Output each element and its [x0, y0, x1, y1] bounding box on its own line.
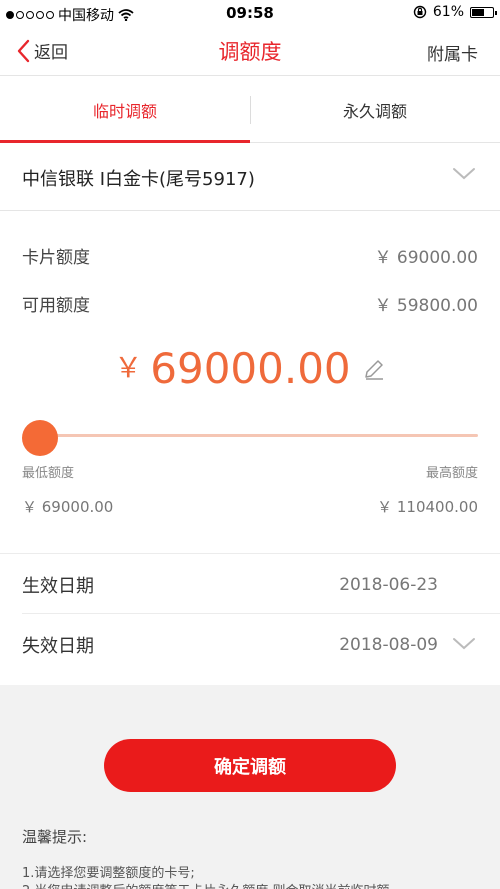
divider	[22, 613, 500, 614]
amount-currency: ￥	[114, 351, 143, 384]
tips-title: 温馨提示:	[22, 828, 88, 846]
expiry-date-row[interactable]: 失效日期 2018-08-09	[22, 615, 478, 675]
expiry-date-value: 2018-08-09	[339, 635, 438, 655]
card-limit-label: 卡片额度	[22, 247, 90, 268]
back-label: 返回	[34, 43, 68, 63]
tab-divider	[250, 96, 251, 124]
page-title: 调额度	[218, 40, 282, 64]
supplementary-card-button[interactable]: 附属卡	[427, 40, 478, 65]
min-limit-label: 最低额度	[22, 466, 75, 481]
expiry-date-label: 失效日期	[22, 636, 94, 657]
amount-value: 69000.00	[150, 344, 351, 393]
navigation-bar: 返回 调额度 附属卡	[0, 28, 500, 76]
tip-line-2: 2.当您申请调整后的额度等于卡片永久额度,则会取消当前临时额	[22, 880, 390, 889]
card-limit-value: ￥ 69000.00	[374, 247, 478, 268]
edit-icon[interactable]	[362, 357, 386, 381]
card-name: 中信银联 I白金卡(尾号5917)	[22, 169, 255, 190]
status-bar: 中国移动 09:58 61%	[0, 0, 500, 28]
divider	[0, 553, 500, 554]
effective-date-value: 2018-06-23	[339, 575, 438, 595]
back-button[interactable]: 返回	[16, 38, 68, 63]
chevron-down-icon	[453, 638, 475, 650]
effective-date-label: 生效日期	[22, 576, 94, 597]
available-limit-label: 可用额度	[22, 295, 90, 316]
max-limit-label: 最高额度	[425, 466, 478, 481]
confirm-adjust-button[interactable]: 确定调额	[104, 739, 396, 792]
chevron-down-icon	[453, 168, 475, 180]
card-selector[interactable]: 中信银联 I白金卡(尾号5917)	[0, 143, 500, 211]
battery-percent: 61%	[432, 4, 464, 20]
slider-thumb[interactable]	[22, 420, 58, 456]
tab-permanent-adjust[interactable]: 永久调额	[250, 77, 500, 142]
adjust-amount: ￥ 69000.00	[0, 344, 500, 393]
status-right: 61%	[413, 4, 497, 20]
effective-date-row: 生效日期 2018-06-23	[22, 555, 478, 615]
available-limit-row: 可用额度 ￥ 59800.00	[22, 288, 478, 318]
card-limit-row: 卡片额度 ￥ 69000.00	[22, 240, 478, 270]
chevron-left-icon	[17, 39, 30, 62]
rotation-lock-icon	[413, 5, 427, 19]
max-limit-value: ￥ 110400.00	[377, 498, 478, 516]
amount-slider[interactable]	[22, 420, 478, 456]
battery-icon	[470, 6, 497, 18]
slider-track[interactable]	[32, 434, 478, 437]
available-limit-value: ￥ 59800.00	[374, 295, 478, 316]
tip-line-1: 1.请选择您要调整额度的卡号;	[22, 866, 195, 881]
tab-temporary-adjust[interactable]: 临时调额	[0, 77, 250, 143]
min-limit-value: ￥ 69000.00	[22, 498, 114, 516]
